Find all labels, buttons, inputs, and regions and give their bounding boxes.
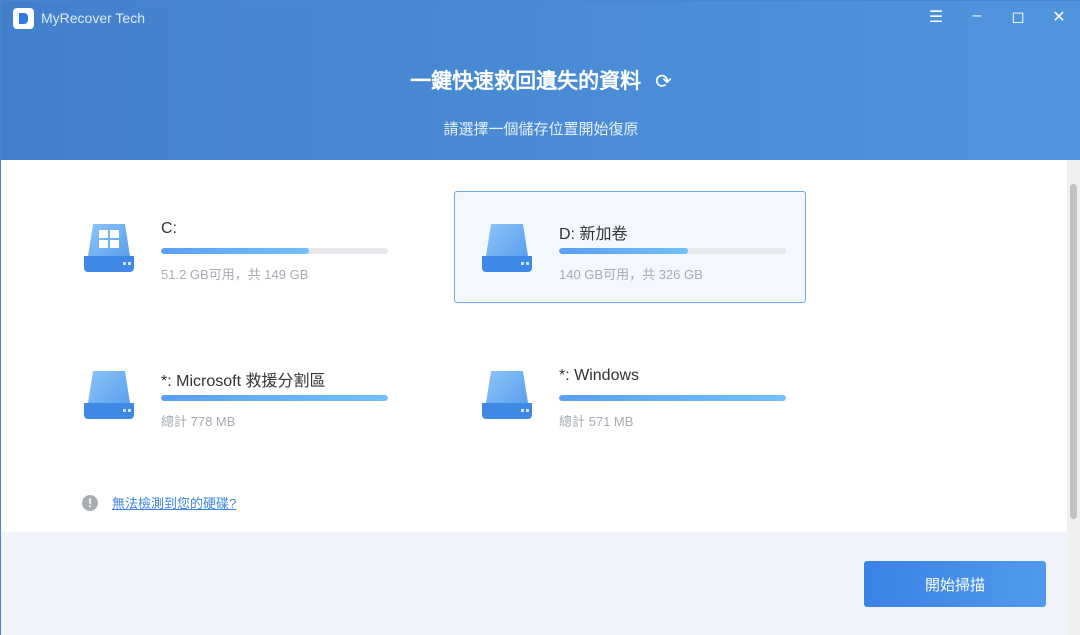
drive-capacity: 51.2 GB可用，共 149 GB <box>161 267 309 282</box>
start-scan-button[interactable]: 開始掃描 <box>864 561 1046 607</box>
page-title: 一鍵快速救回遺失的資料 <box>410 70 642 93</box>
drive-name: *: Windows <box>559 367 640 384</box>
drive-card[interactable]: *: Windows 總計 571 MB <box>454 338 806 450</box>
drive-name: *: Microsoft 救援分割區 <box>161 373 326 390</box>
drive-usage-bar <box>559 248 786 254</box>
drive-usage-bar <box>161 395 388 401</box>
close-button[interactable]: ✕ <box>1047 7 1071 27</box>
scrollbar-thumb[interactable] <box>1070 184 1077 519</box>
maximize-button[interactable]: ◻ <box>1006 7 1030 27</box>
hard-drive-icon <box>84 224 134 272</box>
hard-drive-icon <box>482 224 532 272</box>
info-icon: ! <box>82 494 98 511</box>
app-title: MyRecover Tech <box>41 10 146 26</box>
drive-capacity: 140 GB可用，共 326 GB <box>559 267 703 282</box>
hard-drive-icon <box>482 371 532 419</box>
drive-name: D: 新加卷 <box>559 226 628 243</box>
header: MyRecover Tech ☰ – ◻ ✕ 一鍵快速救回遺失的資料 ⟳ 請選擇一… <box>1 1 1080 160</box>
drive-card[interactable]: *: Microsoft 救援分割區 總計 778 MB <box>56 338 408 450</box>
drive-capacity: 總計 571 MB <box>559 414 634 429</box>
minimize-button[interactable]: – <box>965 7 989 25</box>
refresh-icon[interactable]: ⟳ <box>655 71 672 93</box>
drive-name: C: <box>161 220 177 237</box>
windows-icon <box>99 230 119 248</box>
app-logo-icon <box>13 8 34 29</box>
menu-icon[interactable]: ☰ <box>924 7 948 27</box>
hard-drive-icon <box>84 371 134 419</box>
drive-usage-bar <box>559 395 786 401</box>
page-subtitle: 請選擇一個儲存位置開始復原 <box>443 121 639 138</box>
scrollbar[interactable] <box>1067 160 1080 635</box>
drive-card[interactable]: C: 51.2 GB可用，共 149 GB <box>56 191 408 303</box>
help-row: ! 無法檢測到您的硬碟? <box>82 493 236 512</box>
drive-usage-bar <box>161 248 388 254</box>
drive-card[interactable]: D: 新加卷 140 GB可用，共 326 GB <box>454 191 806 303</box>
drive-capacity: 總計 778 MB <box>161 414 236 429</box>
cannot-detect-drive-link[interactable]: 無法檢測到您的硬碟? <box>112 493 236 512</box>
